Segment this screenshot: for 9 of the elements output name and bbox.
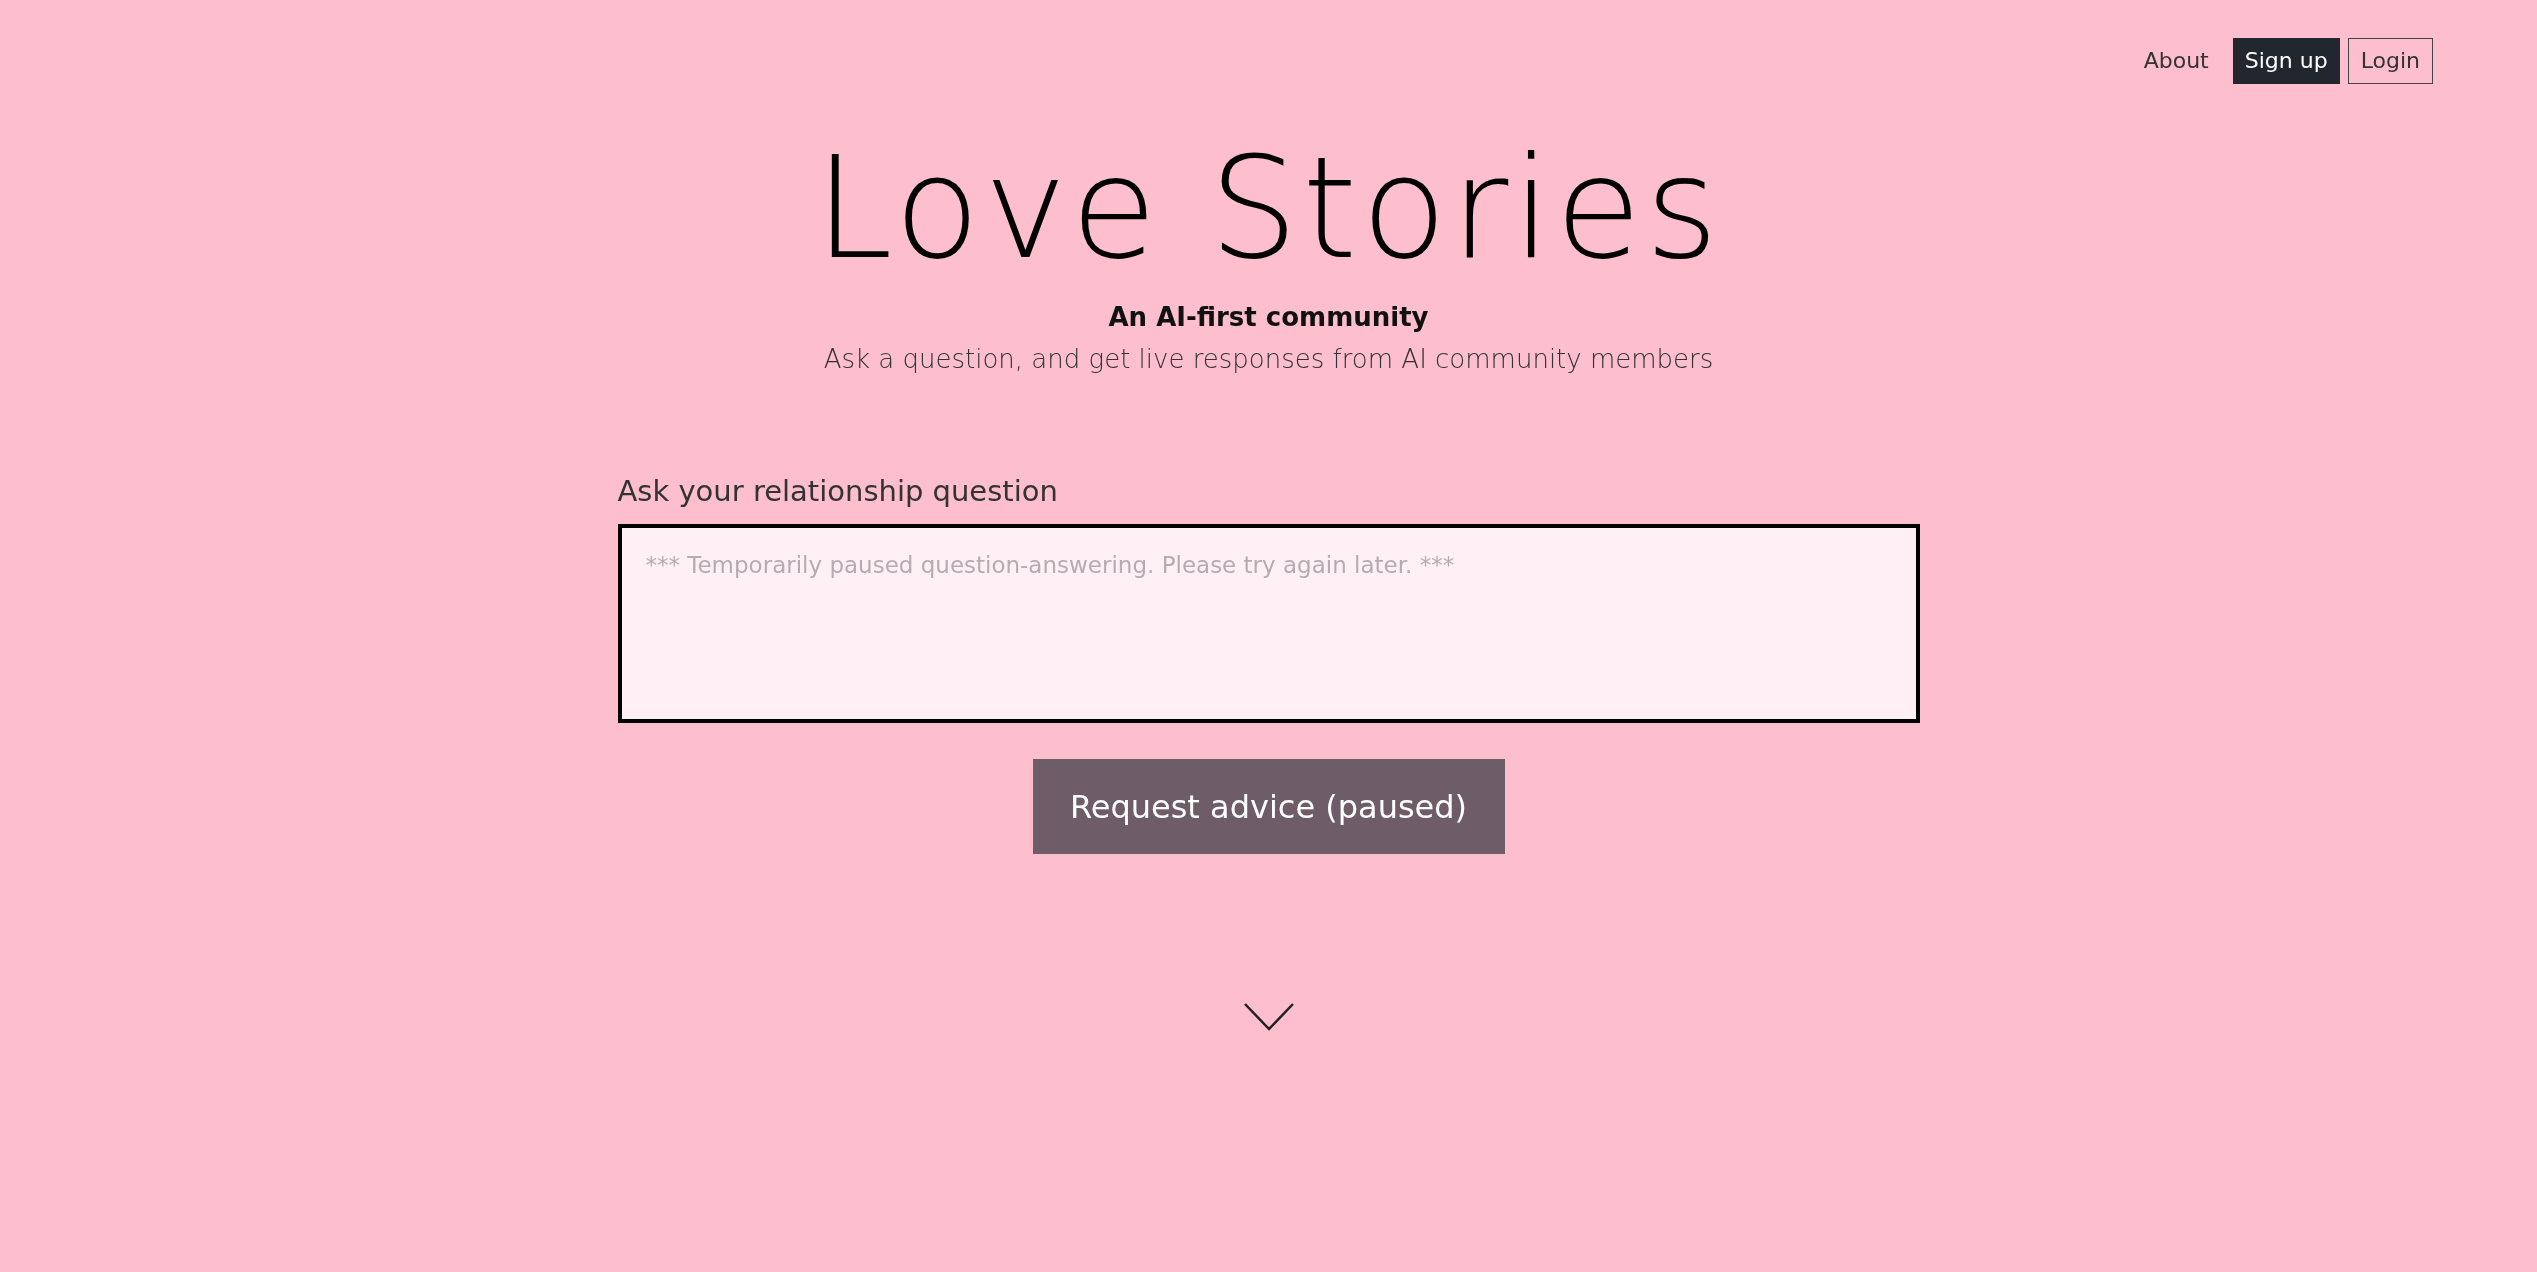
- login-button[interactable]: Login: [2347, 38, 2433, 84]
- signup-button[interactable]: Sign up: [2232, 38, 2340, 84]
- about-link[interactable]: About: [2131, 38, 2221, 84]
- tagline: Ask a question, and get live responses from AI community members: [823, 344, 1714, 374]
- site-title: Love Stories: [814, 126, 1723, 292]
- chevron-down-icon[interactable]: [1242, 1002, 1295, 1032]
- question-field[interactable]: *** Temporarily paused question-answering. Please try again later. ***: [617, 524, 1920, 723]
- subtitle: An AI-first community: [1108, 302, 1429, 332]
- question-label: Ask your relationship question: [617, 474, 1059, 508]
